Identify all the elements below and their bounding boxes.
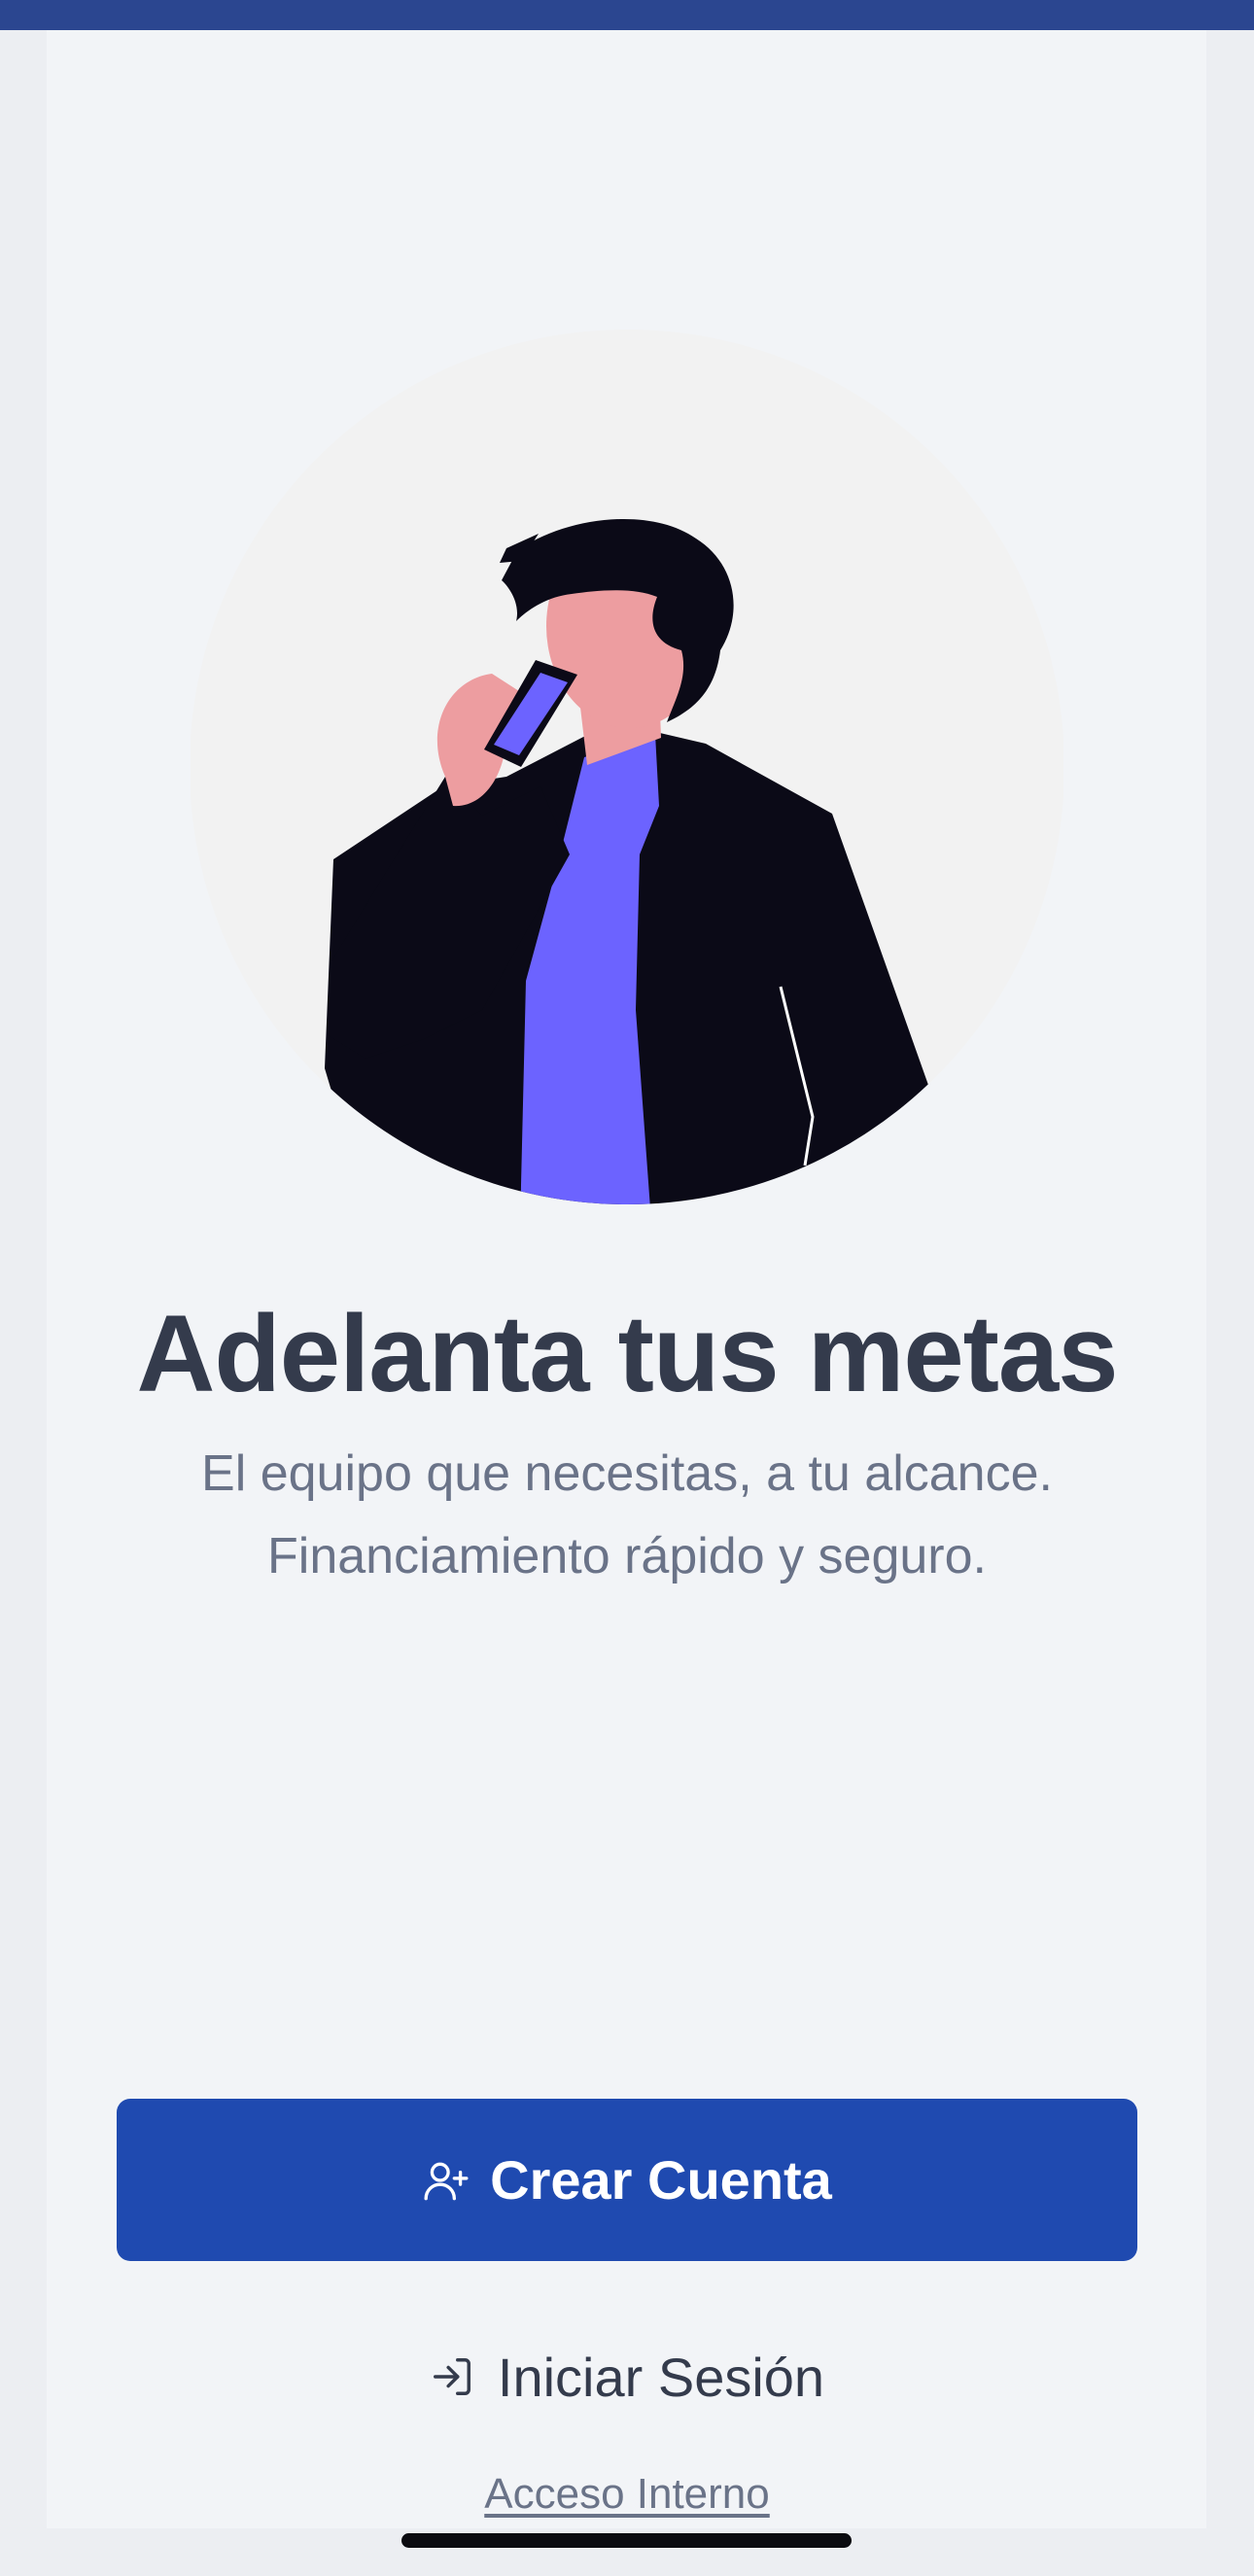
person-on-phone-illustration <box>191 330 1063 1204</box>
sign-in-button[interactable]: Iniciar Sesión <box>292 2333 962 2420</box>
page-subtitle: El equipo que necesitas, a tu alcance. F… <box>201 1445 1053 1584</box>
create-account-button[interactable]: Crear Cuenta <box>117 2099 1137 2261</box>
sign-in-label: Iniciar Sesión <box>497 2346 825 2408</box>
create-account-label: Crear Cuenta <box>490 2149 832 2210</box>
home-indicator[interactable] <box>401 2533 852 2548</box>
top-status-bar <box>0 0 1254 30</box>
log-in-icon <box>430 2354 474 2399</box>
user-plus-icon <box>422 2156 470 2205</box>
internal-access-link[interactable]: Acceso Interno <box>0 2470 1254 2519</box>
page-title: Adelanta tus metas <box>136 1293 1119 1414</box>
